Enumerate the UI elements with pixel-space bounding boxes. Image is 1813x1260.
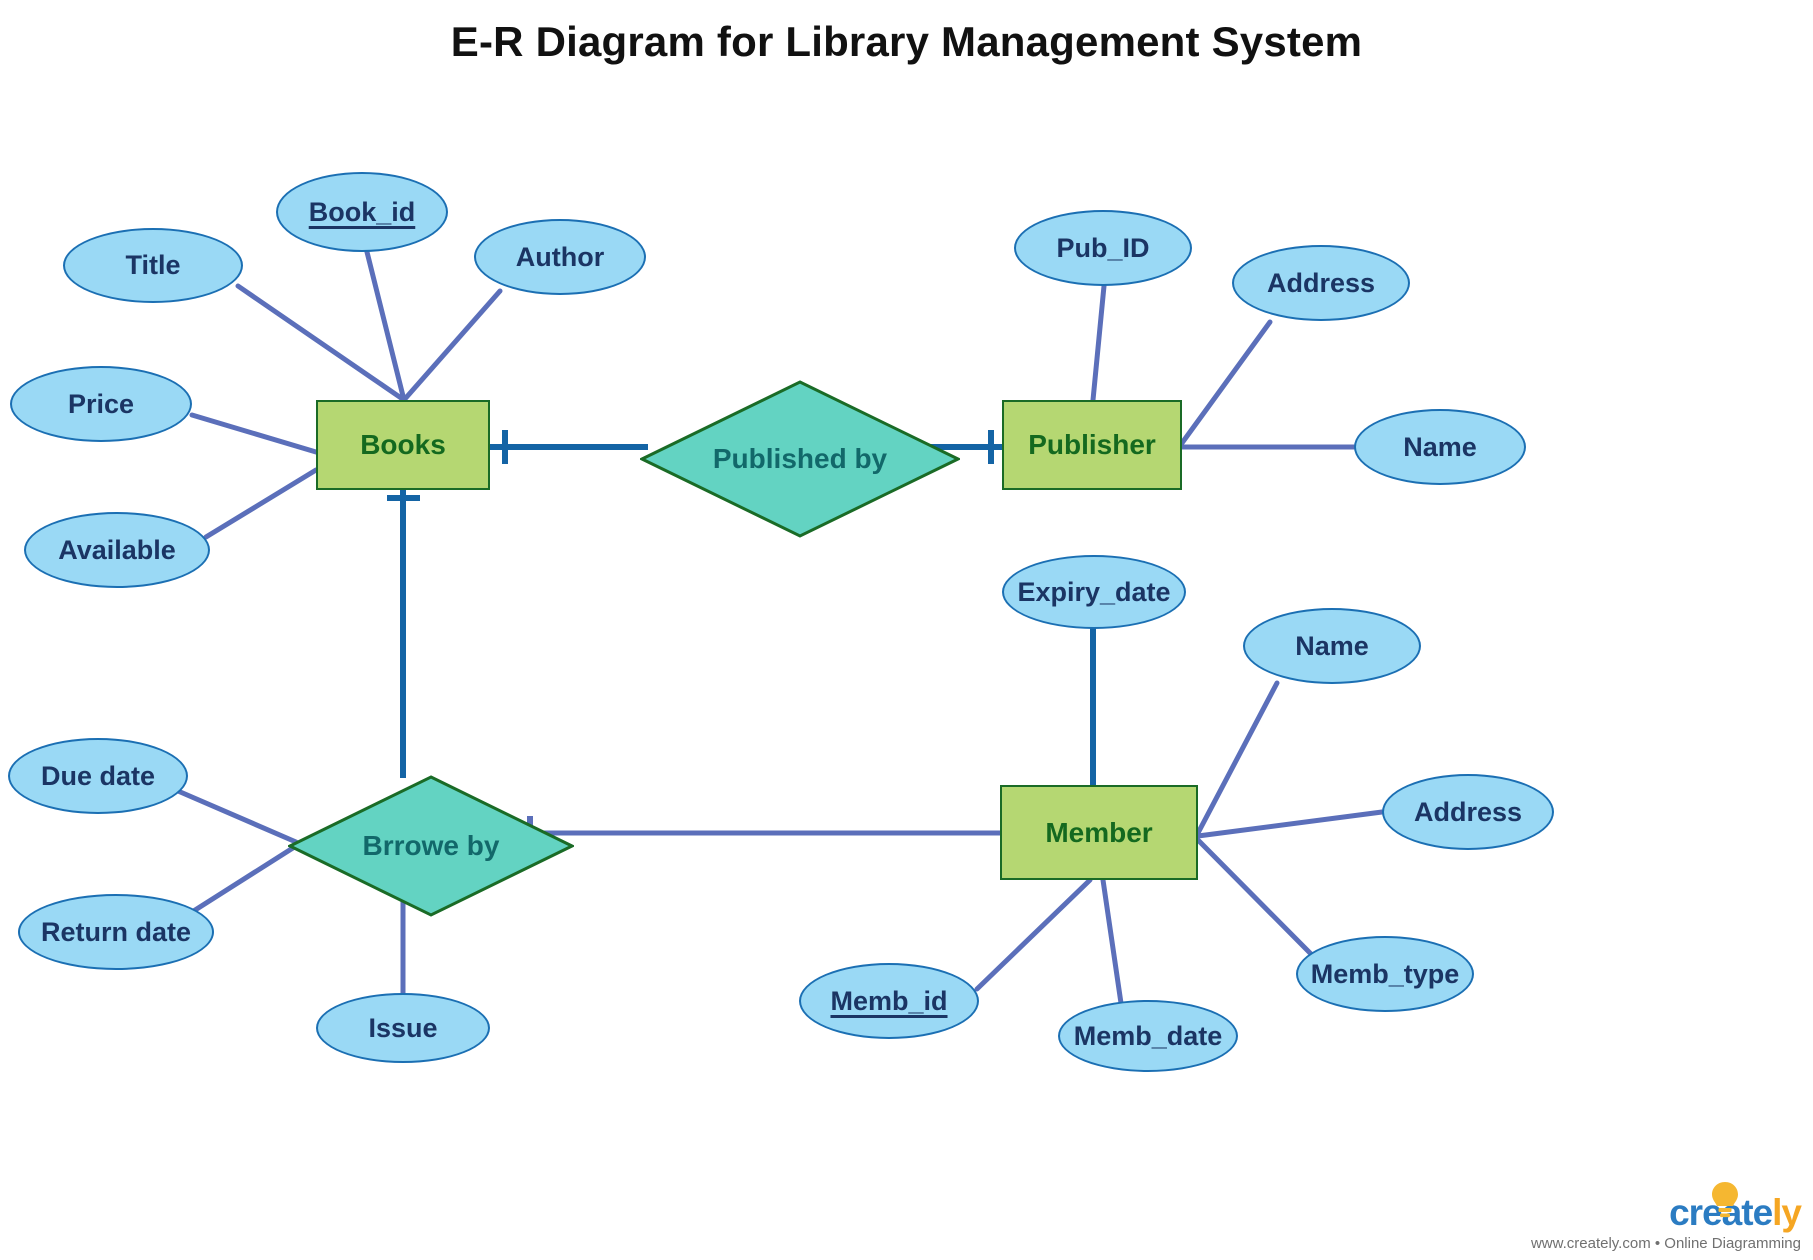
attribute-due-date-label: Due date [40,760,156,791]
attribute-issue[interactable]: Issue [316,993,490,1063]
attribute-member-name-label: Name [1295,630,1369,661]
attribute-pub-id-label: Pub_ID [1056,232,1150,263]
edge-membid-member [974,877,1093,992]
attribute-memb-id[interactable]: Memb_id [799,963,979,1039]
attribute-price-label: Price [67,388,135,419]
attribute-author[interactable]: Author [474,219,646,295]
edge-author-books [401,288,503,403]
edge-price-books [189,412,319,455]
attribute-member-name[interactable]: Name [1243,608,1421,684]
attribute-member-address[interactable]: Address [1382,774,1554,850]
attribute-publisher-name-label: Name [1403,431,1477,462]
edge-address-publisher [1179,319,1273,446]
attribute-memb-type-label: Memb_type [1310,958,1460,989]
entity-books[interactable]: Books [316,400,490,490]
creately-tagline: www.creately.com • Online Diagramming [1530,1235,1801,1252]
attribute-return-date-label: Return date [40,916,192,947]
relationship-published-by-label: Published by [712,443,888,474]
edge-name-member [1195,680,1280,836]
attribute-memb-date[interactable]: Memb_date [1058,1000,1238,1072]
attribute-book-id-label: Book_id [308,196,416,227]
creately-watermark: creately www.creately.com • Online Diagr… [1530,1182,1802,1252]
entity-publisher-label: Publisher [1028,429,1156,460]
attribute-due-date[interactable]: Due date [8,738,188,814]
attribute-memb-type[interactable]: Memb_type [1296,936,1474,1012]
connector-layer: Member main connector --> [175,245,1385,1013]
relationship-brrowe-by[interactable]: Brrowe by [288,775,574,917]
attribute-return-date[interactable]: Return date [18,894,214,970]
relationship-brrowe-by-label: Brrowe by [362,830,500,861]
attribute-available[interactable]: Available [24,512,210,588]
attribute-memb-id-label: Memb_id [830,985,948,1016]
entity-member-label: Member [1045,816,1153,848]
edge-address-member [1195,809,1385,839]
edge-membdate-member [1100,877,1125,1013]
edge-available-books [203,467,319,540]
attribute-title-label: Title [125,250,181,280]
creately-wordmark-second: ly [1772,1192,1802,1233]
attribute-title[interactable]: Title [63,228,243,303]
edge-duedate-brrowe [175,788,299,845]
entity-publisher[interactable]: Publisher [1002,400,1182,490]
edge-returndate-brrowe [189,843,299,915]
attribute-issue-label: Issue [368,1012,438,1043]
edge-pubid-publisher [1090,283,1107,403]
lightbulb-icon [1712,1182,1738,1218]
entity-books-label: Books [360,429,446,460]
attribute-author-label: Author [515,241,605,272]
attribute-book-id[interactable]: Book_id [276,172,448,252]
attribute-available-label: Available [58,534,176,565]
attribute-expiry-date[interactable]: Expiry_date [1002,555,1186,629]
attribute-memb-date-label: Memb_date [1073,1020,1223,1051]
attribute-publisher-address[interactable]: Address [1232,245,1410,321]
attribute-member-address-label: Address [1413,796,1523,827]
relationship-published-by[interactable]: Published by [640,380,960,538]
creately-wordmark: creately [1531,1192,1802,1233]
attribute-expiry-date-label: Expiry_date [1017,576,1171,607]
attribute-publisher-name[interactable]: Name [1354,409,1526,485]
attribute-pub-id[interactable]: Pub_ID [1014,210,1192,286]
entity-member[interactable]: Member [1000,785,1198,880]
attribute-price[interactable]: Price [10,366,192,442]
edge-membtype-member [1195,837,1315,958]
attribute-publisher-address-label: Address [1266,267,1376,298]
